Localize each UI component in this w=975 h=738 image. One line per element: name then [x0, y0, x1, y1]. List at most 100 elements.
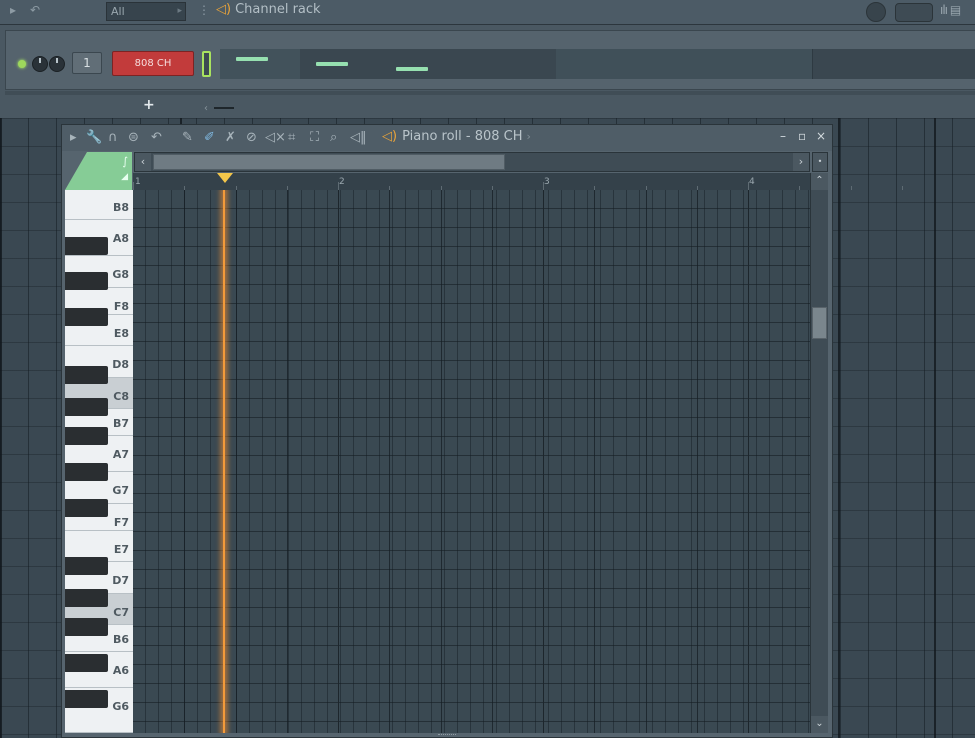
time-ruler[interactable]: 1 2 3 4: [133, 173, 903, 191]
horizontal-scroll-thumb[interactable]: [153, 154, 505, 170]
close-button[interactable]: ×: [816, 129, 826, 143]
channel-rack-divider: [5, 91, 975, 95]
black-key[interactable]: [65, 557, 108, 575]
key-label: G8: [112, 268, 129, 281]
black-key[interactable]: [65, 618, 108, 636]
black-key[interactable]: [65, 690, 108, 708]
key-label: B7: [112, 417, 129, 430]
minimize-button[interactable]: –: [780, 129, 786, 143]
swing-knob[interactable]: [866, 2, 886, 22]
resize-grip[interactable]: [438, 734, 456, 738]
piano-roll-toolbar: ▸ 🔧 ∩ ⊜ ↶ ✎ ✐ ✗ ⊘ ◁× ⌗ ⛶ ⌕ ◁‖ ◁) Piano ro…: [62, 125, 832, 151]
piano-roll-window: ▸ 🔧 ∩ ⊜ ↶ ✎ ✐ ✗ ⊘ ◁× ⌗ ⛶ ⌕ ◁‖ ◁) Piano ro…: [61, 124, 903, 738]
channel-filter-select[interactable]: All ▸: [106, 2, 186, 21]
key-label: G6: [112, 700, 129, 713]
chevron-right-icon: ›: [526, 130, 531, 143]
beat-line: [441, 190, 442, 733]
mini-note: [396, 67, 428, 71]
scroll-right-button[interactable]: ›: [793, 153, 809, 171]
undo-icon[interactable]: ↶: [151, 130, 162, 145]
beat-line: [594, 190, 595, 733]
ruler-bar-number: 4: [749, 177, 755, 187]
bar-meter-icon[interactable]: ılı ▤: [940, 3, 961, 17]
channel-active-led[interactable]: [18, 60, 26, 68]
ruler-bar-number: 2: [339, 177, 345, 187]
key-label: F8: [113, 300, 129, 313]
channel-filter-value: All: [111, 5, 125, 18]
key-label: A6: [112, 664, 129, 677]
play-arrow-icon[interactable]: ▸: [10, 3, 16, 17]
ruler-tick: [851, 186, 852, 190]
rack-scroll-indicator[interactable]: ‹: [204, 103, 234, 114]
ruler-tick: [133, 182, 134, 190]
playhead-line: [223, 190, 225, 733]
select-icon[interactable]: ⛶: [310, 130, 319, 145]
beat-line: [184, 190, 185, 733]
key-label: C8: [113, 390, 129, 403]
beat-line: [697, 190, 698, 733]
paint-brush-icon[interactable]: ✐: [204, 130, 215, 145]
bar-line: [543, 190, 544, 733]
black-key[interactable]: [65, 463, 108, 481]
playback-icon[interactable]: ◁‖: [350, 130, 367, 145]
channel-pattern-preview[interactable]: [220, 49, 975, 79]
ruler-tick: [748, 182, 749, 190]
options-icon[interactable]: ⋮: [198, 3, 210, 17]
black-key[interactable]: [65, 499, 108, 517]
zoom-icon[interactable]: ⌕: [330, 130, 337, 145]
ruler-tick: [543, 182, 544, 190]
vertical-scrollbar[interactable]: ⌃ ⌄: [810, 173, 828, 733]
black-key[interactable]: [65, 366, 108, 384]
ruler-bar-number: 1: [135, 177, 141, 187]
pencil-icon[interactable]: ✎: [182, 130, 193, 145]
mini-note: [236, 57, 268, 61]
note-tool-corner[interactable]: ∫ ◢: [65, 152, 132, 190]
beat-line: [492, 190, 493, 733]
channel-select-light[interactable]: [202, 51, 211, 77]
vertical-scroll-thumb[interactable]: [812, 307, 827, 339]
add-channel-button[interactable]: +: [143, 97, 155, 113]
channel-name-button[interactable]: 808 CH: [112, 51, 194, 76]
black-key[interactable]: [65, 237, 108, 255]
piano-roll-title-text: Piano roll - 808 CH: [402, 129, 523, 144]
black-key[interactable]: [65, 308, 108, 326]
piano-roll-title[interactable]: ◁) Piano roll - 808 CH ›: [382, 129, 531, 144]
black-key[interactable]: [65, 427, 108, 445]
ruler-tick: [338, 182, 339, 190]
multi-pencil-icon[interactable]: ✗: [225, 130, 236, 145]
corner-triangle-icon: ◢: [121, 172, 128, 182]
mute-icon[interactable]: ◁×: [265, 130, 286, 145]
playhead-marker[interactable]: [217, 173, 233, 183]
stamp-icon[interactable]: ⊜: [128, 130, 139, 145]
key-label: A8: [112, 232, 129, 245]
channel-pan-knob[interactable]: [32, 56, 48, 72]
channel-rack-body: 1 808 CH + ‹: [0, 25, 975, 118]
beat-line: [287, 190, 288, 733]
scroll-left-button[interactable]: ‹: [135, 153, 151, 171]
note-grid[interactable]: [133, 190, 810, 733]
key-label: E7: [113, 543, 129, 556]
channel-volume-knob[interactable]: [49, 56, 65, 72]
mixer-track-number[interactable]: 1: [72, 52, 102, 74]
black-key[interactable]: [65, 398, 108, 416]
piano-keyboard[interactable]: B8 A8 G8 F8 E8 D8 C8 B7 A7 G7 F7 E7 D7 C7 B6 A6 G6: [65, 190, 133, 733]
horizontal-scrollbar[interactable]: ‹ ›: [134, 152, 810, 172]
black-key[interactable]: [65, 589, 108, 607]
maximize-button[interactable]: ▫: [798, 129, 806, 143]
black-key[interactable]: [65, 272, 108, 290]
scroll-up-button[interactable]: ⌃: [811, 173, 828, 190]
channel-rack-title: ◁) Channel rack: [216, 2, 321, 17]
key-label: C7: [113, 606, 129, 619]
black-key[interactable]: [65, 654, 108, 672]
delete-icon[interactable]: ⊘: [246, 130, 257, 145]
menu-arrow-icon[interactable]: ▸: [70, 130, 77, 145]
wrench-icon[interactable]: 🔧: [86, 130, 102, 145]
undo-icon[interactable]: ↶: [30, 3, 40, 17]
graph-toggle[interactable]: [895, 3, 933, 22]
ruler-tick: [902, 186, 903, 190]
scroll-down-button[interactable]: ⌄: [811, 716, 828, 733]
key-label: B8: [112, 201, 129, 214]
slice-icon[interactable]: ⌗: [288, 130, 295, 145]
zoom-corner-button[interactable]: •: [812, 152, 828, 172]
magnet-icon[interactable]: ∩: [108, 130, 118, 145]
